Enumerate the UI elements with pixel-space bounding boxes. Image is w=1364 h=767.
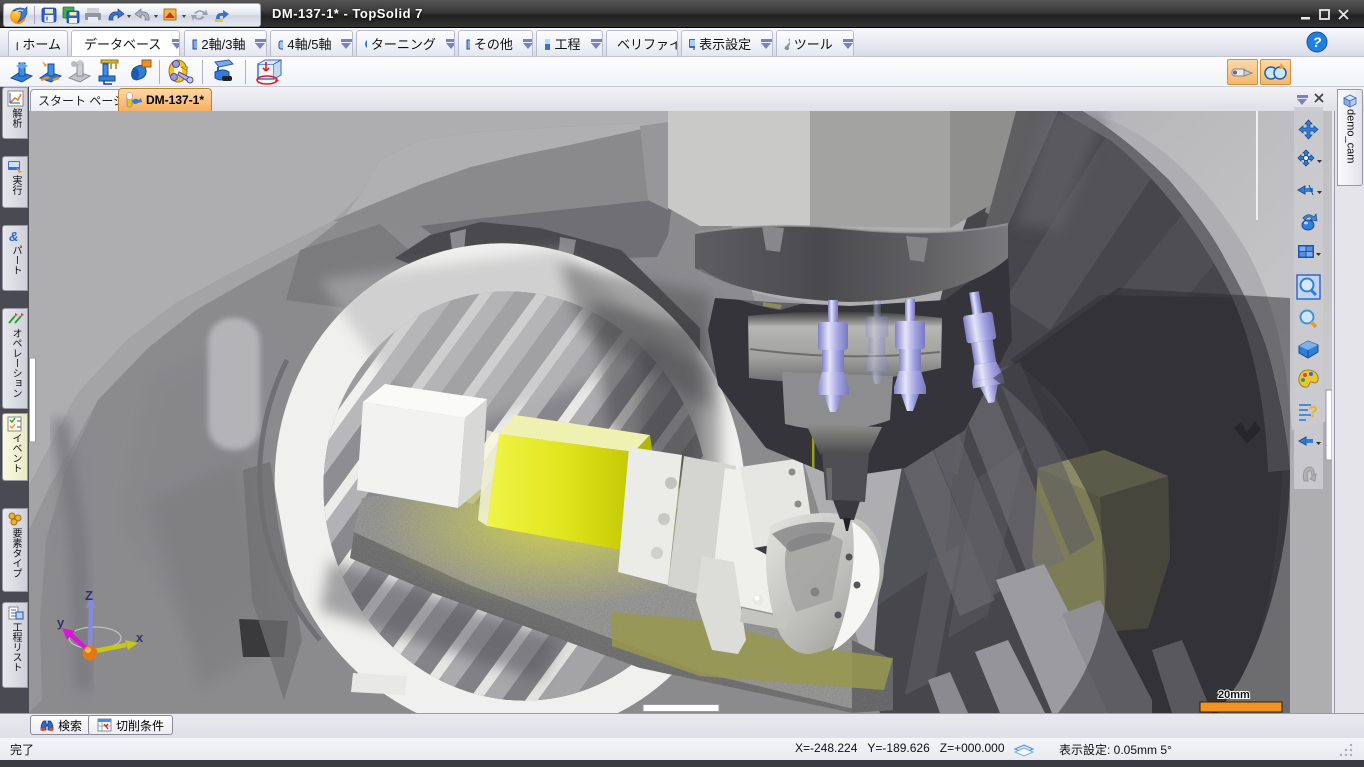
svg-text:Z: Z [85, 588, 93, 603]
svg-text:?: ? [1313, 34, 1322, 50]
svg-text:20mm: 20mm [1218, 689, 1250, 701]
svg-text:&: & [9, 229, 18, 244]
svg-text:?: ? [1308, 404, 1318, 421]
svg-text:y: y [57, 615, 65, 630]
svg-text:x: x [136, 630, 144, 645]
